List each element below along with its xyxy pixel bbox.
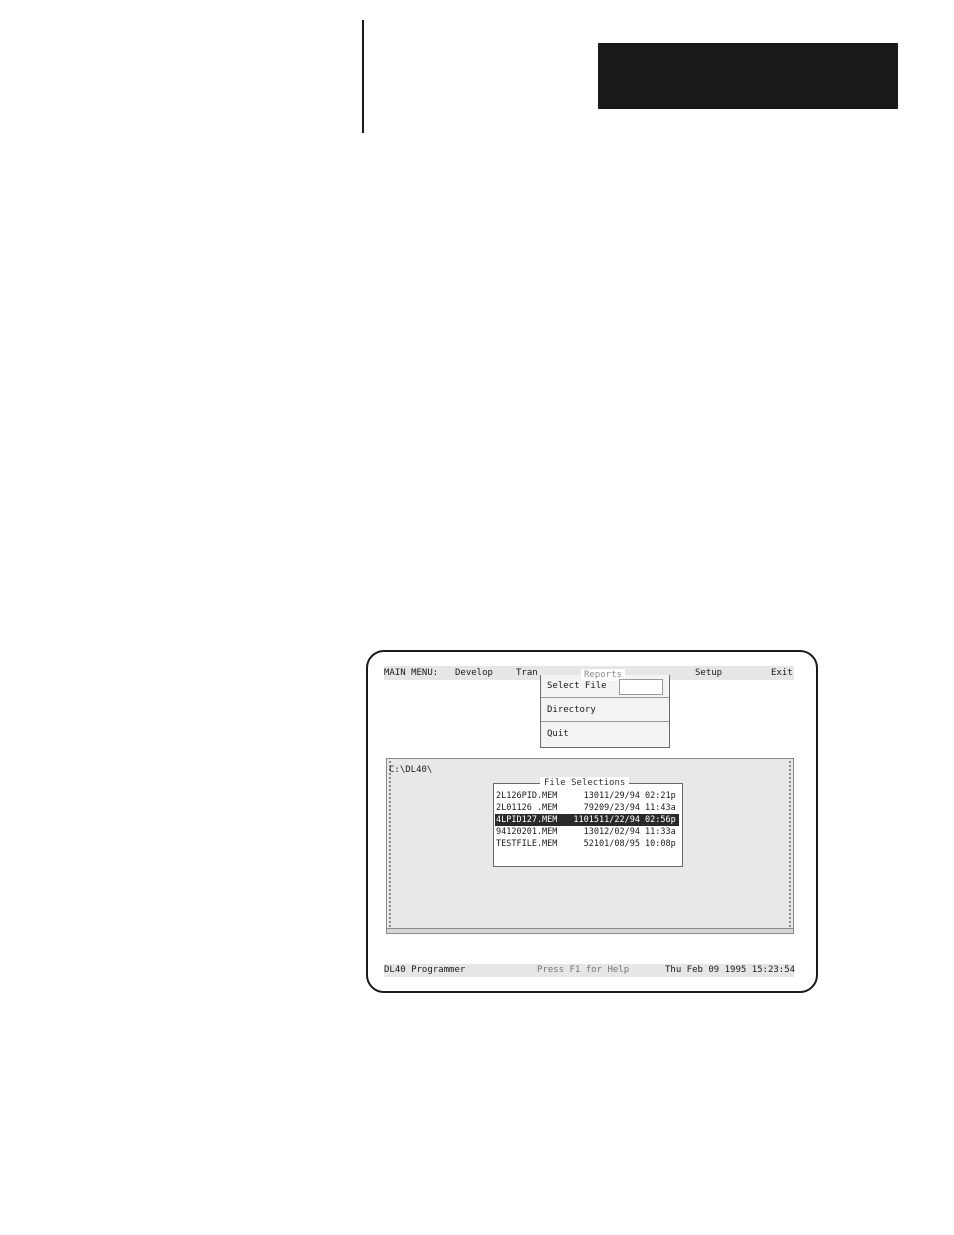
- reports-dropdown: Reports Select File Directory Quit: [540, 669, 670, 748]
- file-selections-title: File Selections: [540, 777, 630, 789]
- file-row[interactable]: 2L01126 .MEM 792 09/23/94 11:43a: [495, 802, 679, 814]
- directory-path: C:\DL40\: [389, 765, 433, 775]
- menu-item-quit[interactable]: Quit: [541, 723, 669, 746]
- file-time: 11:43a: [645, 803, 676, 813]
- menu-tran[interactable]: Tran: [516, 666, 538, 680]
- file-date: 11/22/94: [599, 815, 640, 825]
- file-time: 02:21p: [645, 791, 676, 801]
- file-size: 130: [583, 827, 599, 837]
- file-size: 792: [583, 803, 599, 813]
- file-row[interactable]: 2L126PID.MEM 130 11/29/94 02:21p: [495, 790, 679, 802]
- menu-exit[interactable]: Exit: [771, 666, 793, 680]
- main-menu-label: MAIN MENU:: [384, 668, 439, 678]
- menu-setup[interactable]: Setup: [695, 666, 722, 680]
- file-selections-box: File Selections 2L126PID.MEM 130 11/29/9…: [493, 777, 683, 867]
- select-file-label: Select File: [547, 681, 607, 691]
- status-app-name: DL40 Programmer: [384, 965, 466, 975]
- menu-item-select-file[interactable]: Select File: [541, 675, 669, 698]
- file-date: 09/23/94: [599, 803, 640, 813]
- directory-panel: C:\DL40\ File Selections 2L126PID.MEM 13…: [386, 758, 794, 934]
- file-row-selected[interactable]: 4LPID127.MEM 11015 11/22/94 02:56p: [495, 814, 679, 826]
- margin-rule: [362, 20, 364, 133]
- file-row[interactable]: TESTFILE.MEM 521 01/08/95 10:08p: [495, 838, 679, 850]
- menu-item-directory[interactable]: Directory: [541, 699, 669, 722]
- file-time: 10:08p: [645, 839, 676, 849]
- directory-panel-footer: [387, 928, 793, 933]
- file-name: 2L01126 .MEM: [496, 803, 558, 813]
- file-name: TESTFILE.MEM: [496, 839, 558, 849]
- select-file-input[interactable]: [619, 679, 663, 695]
- file-size: 521: [583, 839, 599, 849]
- file-name: 4LPID127.MEM: [496, 815, 558, 825]
- status-datetime: Thu Feb 09 1995 15:23:54: [665, 965, 796, 975]
- status-help-hint: Press F1 for Help: [537, 965, 630, 975]
- file-date: 11/29/94: [599, 791, 640, 801]
- file-name: 2L126PID.MEM: [496, 791, 558, 801]
- screen-capture: MAIN MENU: Develop Tran Setup Exit Repor…: [366, 650, 818, 993]
- file-size: 130: [583, 791, 599, 801]
- chapter-tab: [598, 43, 898, 109]
- menu-develop[interactable]: Develop: [455, 666, 493, 680]
- file-date: 01/08/95: [599, 839, 640, 849]
- file-name: 94120201.MEM: [496, 827, 558, 837]
- file-size: 11015: [573, 815, 599, 825]
- file-date: 12/02/94: [599, 827, 640, 837]
- file-time: 02:56p: [645, 815, 676, 825]
- file-time: 11:33a: [645, 827, 676, 837]
- status-bar: DL40 Programmer Press F1 for Help Thu Fe…: [384, 964, 796, 977]
- file-row[interactable]: 94120201.MEM 130 12/02/94 11:33a: [495, 826, 679, 838]
